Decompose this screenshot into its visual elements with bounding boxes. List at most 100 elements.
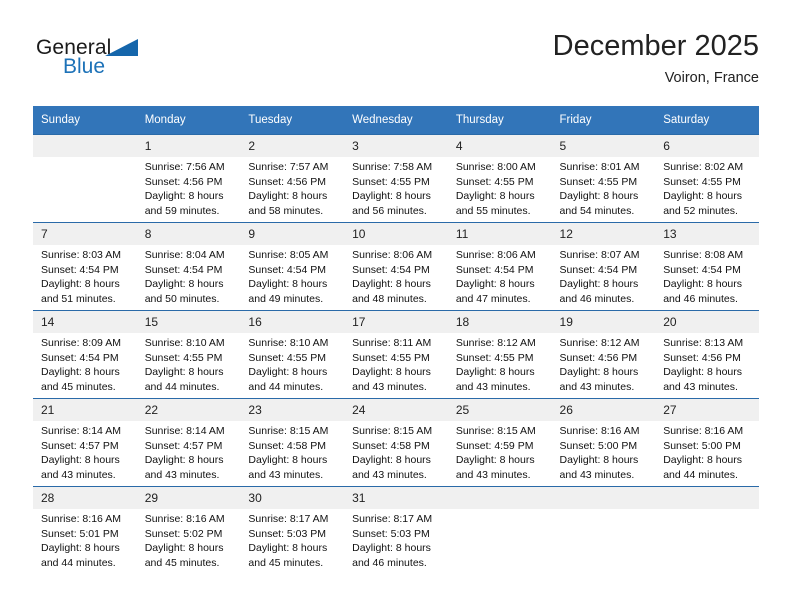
daylight-text-line2: and 43 minutes.: [41, 468, 116, 481]
daylight-text-line1: Daylight: 8 hours: [352, 454, 431, 466]
day-number: 29: [136, 487, 241, 509]
day-cell[interactable]: 11 Sunrise: 8:06 AM Sunset: 4:54 PM Dayl…: [447, 222, 552, 311]
day-cell[interactable]: 13 Sunrise: 8:08 AM Sunset: 4:54 PM Dayl…: [655, 222, 759, 311]
sunrise-text: Sunrise: 8:00 AM: [455, 161, 536, 173]
title-block: December 2025 Voiron, France: [553, 28, 759, 89]
daylight-text-line1: Daylight: 8 hours: [248, 190, 328, 202]
day-number: 20: [655, 311, 759, 333]
day-cell[interactable]: [33, 134, 137, 223]
day-cell[interactable]: 4 Sunrise: 8:00 AM Sunset: 4:55 PM Dayli…: [447, 134, 552, 223]
day-details: Sunrise: 8:14 AM Sunset: 4:57 PM Dayligh…: [137, 421, 241, 482]
sunrise-text: Sunrise: 7:56 AM: [144, 161, 225, 173]
day-cell-empty: [447, 486, 552, 575]
weekday-header-sunday: Sunday: [33, 106, 137, 135]
day-number: 9: [240, 223, 345, 245]
day-cell[interactable]: 5 Sunrise: 8:01 AM Sunset: 4:55 PM Dayli…: [551, 134, 656, 223]
sunset-text: Sunset: 5:00 PM: [663, 439, 741, 452]
day-cell[interactable]: 26 Sunrise: 8:16 AM Sunset: 5:00 PM Dayl…: [551, 398, 656, 487]
sunrise-text: Sunrise: 8:02 AM: [663, 161, 744, 173]
day-number: 25: [447, 399, 552, 421]
daylight-text-line1: Daylight: 8 hours: [248, 542, 328, 554]
day-details: Sunrise: 8:02 AM Sunset: 4:55 PM Dayligh…: [655, 157, 759, 218]
day-cell[interactable]: 16 Sunrise: 8:10 AM Sunset: 4:55 PM Dayl…: [240, 310, 345, 399]
weekday-header-friday: Friday: [551, 106, 656, 135]
sunset-text: Sunset: 4:54 PM: [41, 351, 119, 364]
daylight-text-line2: and 43 minutes.: [352, 468, 427, 481]
day-cell[interactable]: 8 Sunrise: 8:04 AM Sunset: 4:54 PM Dayli…: [136, 222, 241, 311]
day-number: 17: [344, 311, 448, 333]
daylight-text-line2: and 44 minutes.: [248, 380, 324, 393]
sunset-text: Sunset: 4:54 PM: [144, 263, 223, 276]
day-cell[interactable]: 21 Sunrise: 8:14 AM Sunset: 4:57 PM Dayl…: [33, 398, 137, 487]
day-number: [447, 487, 552, 509]
day-cell[interactable]: 27 Sunrise: 8:16 AM Sunset: 5:00 PM Dayl…: [655, 398, 759, 487]
day-cell[interactable]: 3 Sunrise: 7:58 AM Sunset: 4:55 PM Dayli…: [344, 134, 448, 223]
daylight-text-line1: Daylight: 8 hours: [41, 542, 120, 554]
day-number: 11: [447, 223, 552, 245]
general-blue-logo[interactable]: General Blue: [33, 36, 233, 92]
sunset-text: Sunset: 4:55 PM: [352, 351, 430, 364]
day-cell[interactable]: 18 Sunrise: 8:12 AM Sunset: 4:55 PM Dayl…: [447, 310, 552, 399]
sunrise-text: Sunrise: 8:07 AM: [559, 249, 640, 261]
day-number: 30: [240, 487, 345, 509]
sunset-text: Sunset: 4:57 PM: [144, 439, 223, 452]
sunrise-text: Sunrise: 8:16 AM: [144, 513, 225, 525]
day-cell[interactable]: 7 Sunrise: 8:03 AM Sunset: 4:54 PM Dayli…: [33, 222, 137, 311]
calendar-head: Sunday Monday Tuesday Wednesday Thursday…: [33, 106, 759, 135]
day-cell[interactable]: 24 Sunrise: 8:15 AM Sunset: 4:58 PM Dayl…: [344, 398, 448, 487]
daylight-text-line1: Daylight: 8 hours: [559, 190, 639, 202]
day-details: Sunrise: 8:10 AM Sunset: 4:55 PM Dayligh…: [240, 333, 344, 394]
daylight-text-line2: and 43 minutes.: [663, 380, 738, 393]
day-cell[interactable]: 22 Sunrise: 8:14 AM Sunset: 4:57 PM Dayl…: [136, 398, 241, 487]
day-cell[interactable]: 25 Sunrise: 8:15 AM Sunset: 4:59 PM Dayl…: [447, 398, 552, 487]
sunrise-text: Sunrise: 8:05 AM: [248, 249, 329, 261]
daylight-text-line1: Daylight: 8 hours: [248, 366, 328, 378]
daylight-text-line2: and 44 minutes.: [144, 380, 220, 393]
day-cell[interactable]: 6 Sunrise: 8:02 AM Sunset: 4:55 PM Dayli…: [655, 134, 759, 223]
day-cell[interactable]: 17 Sunrise: 8:11 AM Sunset: 4:55 PM Dayl…: [344, 310, 448, 399]
day-details: Sunrise: 7:58 AM Sunset: 4:55 PM Dayligh…: [344, 157, 448, 218]
day-cell[interactable]: 28 Sunrise: 8:16 AM Sunset: 5:01 PM Dayl…: [33, 486, 137, 575]
daylight-text-line2: and 43 minutes.: [559, 468, 635, 481]
day-cell[interactable]: 20 Sunrise: 8:13 AM Sunset: 4:56 PM Dayl…: [655, 310, 759, 399]
daylight-text-line1: Daylight: 8 hours: [352, 278, 431, 290]
day-number: 5: [551, 135, 656, 157]
week-row: 28 Sunrise: 8:16 AM Sunset: 5:01 PM Dayl…: [33, 486, 759, 575]
week-row: 14 Sunrise: 8:09 AM Sunset: 4:54 PM Dayl…: [33, 310, 759, 399]
day-details: Sunrise: 7:56 AM Sunset: 4:56 PM Dayligh…: [137, 157, 241, 218]
daylight-text-line2: and 56 minutes.: [352, 204, 427, 217]
daylight-text-line1: Daylight: 8 hours: [455, 278, 535, 290]
calendar-body: 1 Sunrise: 7:56 AM Sunset: 4:56 PM Dayli…: [33, 134, 759, 575]
daylight-text-line2: and 51 minutes.: [41, 292, 116, 305]
day-cell[interactable]: 15 Sunrise: 8:10 AM Sunset: 4:55 PM Dayl…: [136, 310, 241, 399]
day-details: Sunrise: 8:15 AM Sunset: 4:58 PM Dayligh…: [240, 421, 344, 482]
daylight-text-line1: Daylight: 8 hours: [663, 366, 743, 378]
day-details: Sunrise: 8:16 AM Sunset: 5:02 PM Dayligh…: [137, 509, 241, 570]
day-cell[interactable]: 30 Sunrise: 8:17 AM Sunset: 5:03 PM Dayl…: [240, 486, 345, 575]
day-cell[interactable]: 12 Sunrise: 8:07 AM Sunset: 4:54 PM Dayl…: [551, 222, 656, 311]
week-row: 1 Sunrise: 7:56 AM Sunset: 4:56 PM Dayli…: [33, 134, 759, 223]
daylight-text-line2: and 52 minutes.: [663, 204, 738, 217]
day-details: Sunrise: 8:12 AM Sunset: 4:55 PM Dayligh…: [448, 333, 552, 394]
daylight-text-line1: Daylight: 8 hours: [248, 278, 328, 290]
day-cell[interactable]: 2 Sunrise: 7:57 AM Sunset: 4:56 PM Dayli…: [240, 134, 345, 223]
daylight-text-line2: and 43 minutes.: [352, 380, 427, 393]
day-cell[interactable]: 29 Sunrise: 8:16 AM Sunset: 5:02 PM Dayl…: [136, 486, 241, 575]
sunrise-text: Sunrise: 8:10 AM: [144, 337, 225, 349]
day-cell[interactable]: 19 Sunrise: 8:12 AM Sunset: 4:56 PM Dayl…: [551, 310, 656, 399]
day-cell[interactable]: 23 Sunrise: 8:15 AM Sunset: 4:58 PM Dayl…: [240, 398, 345, 487]
day-cell[interactable]: 31 Sunrise: 8:17 AM Sunset: 5:03 PM Dayl…: [344, 486, 448, 575]
day-details: Sunrise: 8:11 AM Sunset: 4:55 PM Dayligh…: [344, 333, 448, 394]
week-row: 7 Sunrise: 8:03 AM Sunset: 4:54 PM Dayli…: [33, 222, 759, 311]
day-details: Sunrise: 8:13 AM Sunset: 4:56 PM Dayligh…: [655, 333, 759, 394]
daylight-text-line2: and 43 minutes.: [455, 380, 531, 393]
sunset-text: Sunset: 5:02 PM: [144, 527, 223, 540]
daylight-text-line2: and 59 minutes.: [144, 204, 220, 217]
daylight-text-line1: Daylight: 8 hours: [559, 278, 639, 290]
day-cell[interactable]: 14 Sunrise: 8:09 AM Sunset: 4:54 PM Dayl…: [33, 310, 137, 399]
day-cell[interactable]: 9 Sunrise: 8:05 AM Sunset: 4:54 PM Dayli…: [240, 222, 345, 311]
sunrise-text: Sunrise: 8:17 AM: [352, 513, 433, 525]
daylight-text-line1: Daylight: 8 hours: [41, 454, 120, 466]
day-cell[interactable]: 10 Sunrise: 8:06 AM Sunset: 4:54 PM Dayl…: [344, 222, 448, 311]
day-cell[interactable]: 1 Sunrise: 7:56 AM Sunset: 4:56 PM Dayli…: [136, 134, 241, 223]
